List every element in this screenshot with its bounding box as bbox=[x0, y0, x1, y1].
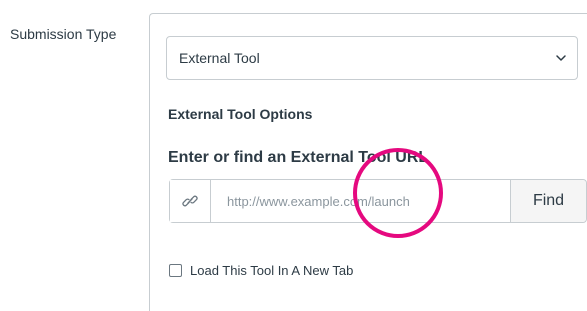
external-tool-url-heading: Enter or find an External Tool URL bbox=[168, 149, 429, 166]
find-button[interactable]: Find bbox=[510, 180, 586, 222]
new-tab-checkbox-row[interactable]: Load This Tool In A New Tab bbox=[169, 263, 353, 278]
external-tool-options-heading: External Tool Options bbox=[168, 106, 313, 122]
submission-type-panel: External Tool External Tool Options Ente… bbox=[149, 13, 587, 311]
link-addon bbox=[170, 180, 211, 222]
chevron-down-icon bbox=[556, 55, 566, 61]
submission-settings: Submission Type External Tool External T… bbox=[0, 0, 587, 311]
submission-type-label: Submission Type bbox=[10, 26, 117, 42]
new-tab-checkbox[interactable] bbox=[169, 264, 182, 277]
new-tab-checkbox-label: Load This Tool In A New Tab bbox=[190, 263, 354, 278]
external-tool-url-group: Find bbox=[169, 179, 587, 223]
submission-type-select[interactable]: External Tool bbox=[166, 36, 578, 80]
submission-type-selected-value: External Tool bbox=[179, 50, 260, 66]
link-icon bbox=[182, 195, 198, 207]
